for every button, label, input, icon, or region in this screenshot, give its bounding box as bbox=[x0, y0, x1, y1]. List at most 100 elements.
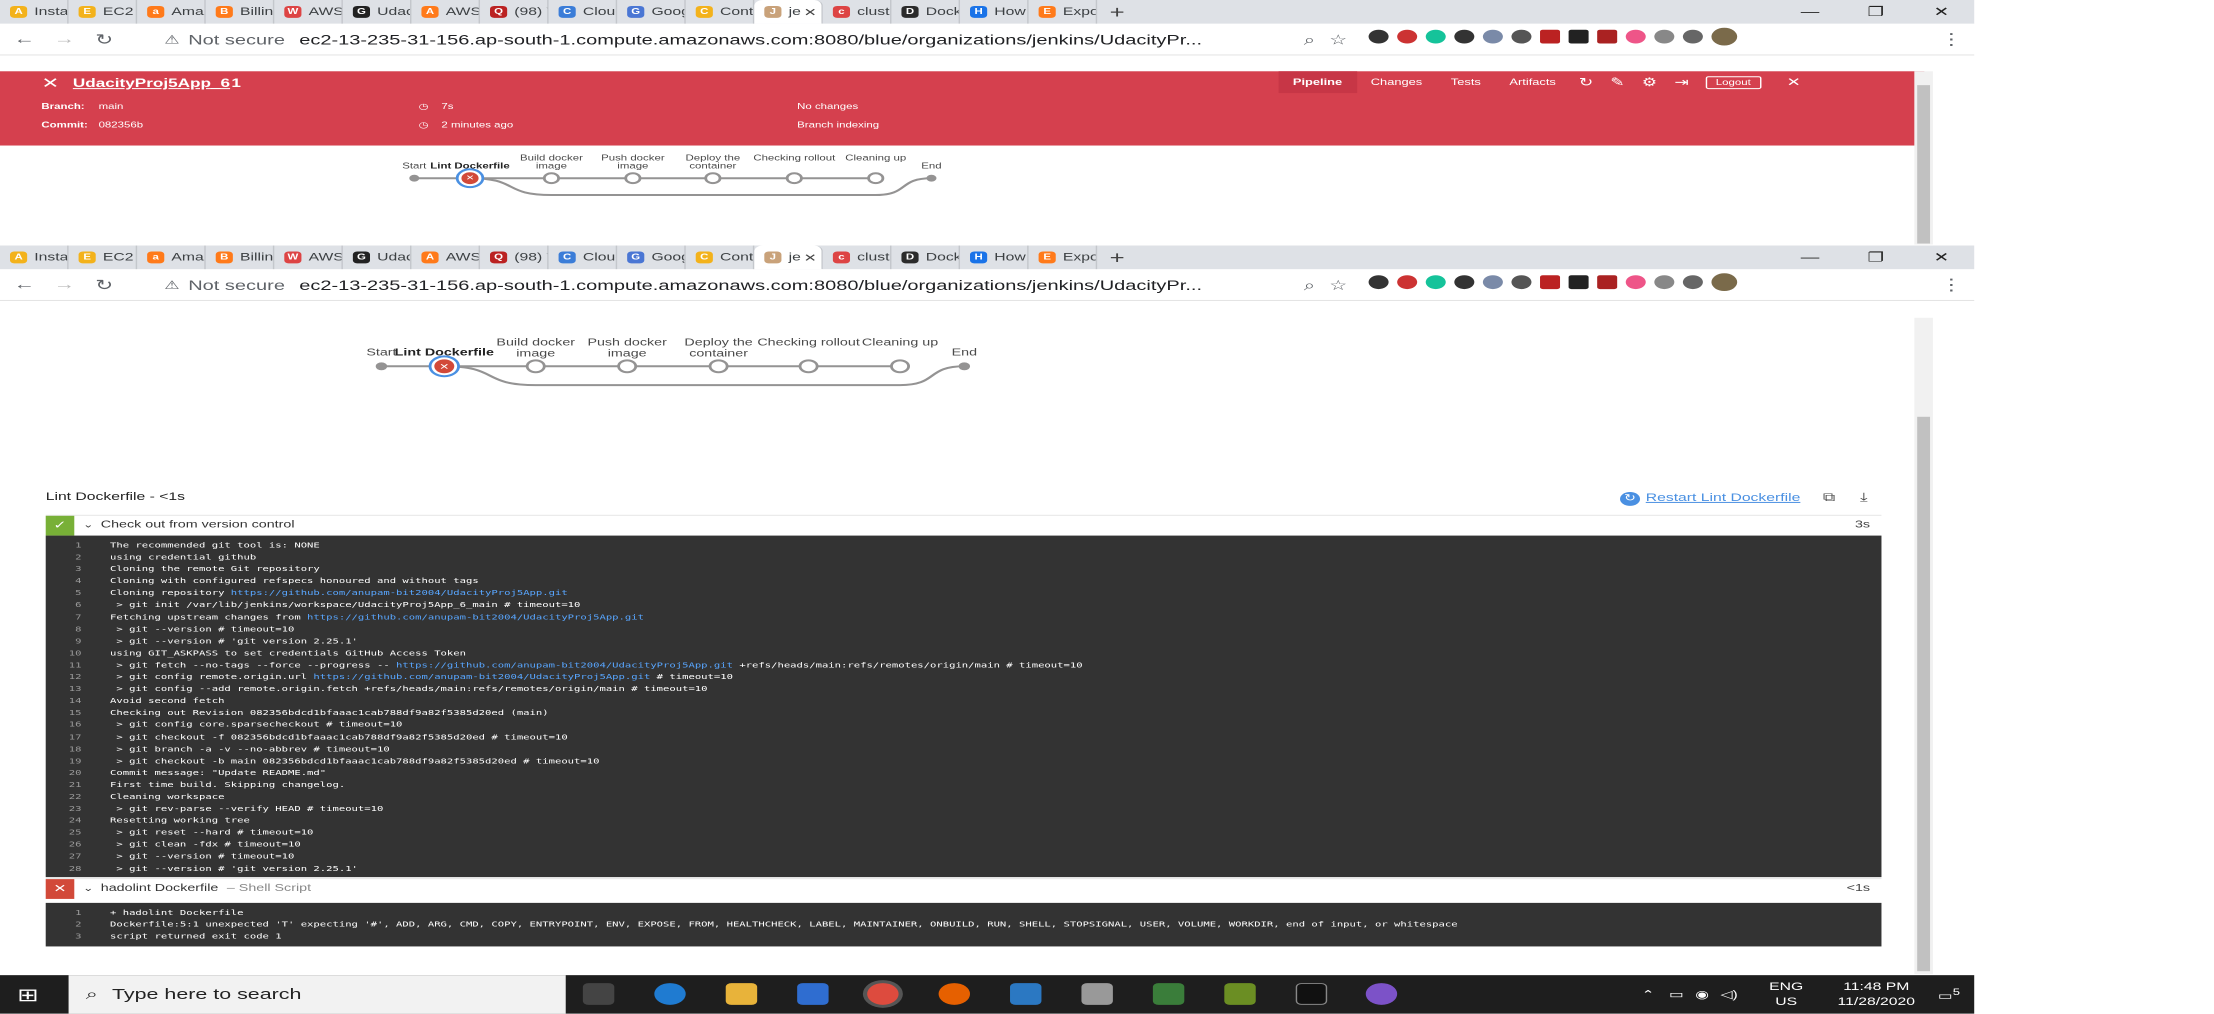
volume-icon[interactable]: ◁) bbox=[1720, 988, 1737, 1001]
gear-icon[interactable]: ⚙ bbox=[1633, 71, 1666, 93]
extension-icon[interactable] bbox=[1511, 29, 1532, 44]
extension-icon[interactable] bbox=[1397, 29, 1418, 44]
log-line-number[interactable]: 17 bbox=[46, 731, 110, 743]
edge-icon[interactable] bbox=[654, 983, 686, 1005]
notification-icon[interactable]: ▭5 bbox=[1938, 987, 1960, 1002]
extension-icon[interactable] bbox=[1654, 275, 1675, 290]
log-line-number[interactable]: 21 bbox=[46, 779, 110, 791]
omnibox[interactable]: ⚠ Not secure ec2-13-235-31-156.ap-south-… bbox=[164, 273, 1361, 297]
url-text[interactable]: ec2-13-235-31-156.ap-south-1.compute.ama… bbox=[299, 32, 1235, 48]
excel-icon[interactable] bbox=[1224, 983, 1256, 1005]
avatar[interactable] bbox=[1711, 27, 1738, 46]
stage-node-failed[interactable]: ✕ bbox=[434, 359, 455, 374]
close-tab-icon[interactable]: ✕ bbox=[804, 251, 817, 264]
chevron-down-icon[interactable]: ⌄ bbox=[83, 883, 94, 894]
log-line-number[interactable]: 22 bbox=[46, 791, 110, 803]
browser-tab[interactable]: H How bbox=[960, 245, 1029, 270]
extension-icon[interactable] bbox=[1511, 275, 1532, 290]
forward-icon[interactable]: → bbox=[49, 31, 80, 48]
file-explorer-icon[interactable] bbox=[725, 983, 758, 1005]
log-link[interactable]: https://github.com/anupam-bit2004/Udacit… bbox=[396, 660, 733, 669]
firefox-icon[interactable] bbox=[938, 983, 971, 1005]
browser-tab[interactable]: A AWS bbox=[411, 245, 481, 270]
new-tab-button[interactable]: + bbox=[1097, 247, 1137, 268]
tab-pipeline[interactable]: Pipeline bbox=[1278, 71, 1357, 94]
browser-tab[interactable]: Jje ✕ bbox=[754, 245, 823, 270]
grammarly-icon[interactable] bbox=[1425, 29, 1446, 44]
browser-tab[interactable]: Jje ✕ bbox=[754, 0, 823, 24]
browser-tab[interactable]: A AWS bbox=[411, 0, 481, 24]
tab-tests[interactable]: Tests bbox=[1437, 71, 1496, 93]
log-line-number[interactable]: 28 bbox=[46, 863, 110, 875]
stage-node[interactable] bbox=[617, 359, 638, 374]
browser-tab[interactable]: B Billing bbox=[206, 245, 275, 270]
extension-icon[interactable] bbox=[1454, 275, 1475, 290]
scrollbar-2[interactable] bbox=[1914, 317, 1933, 975]
extension-icon[interactable] bbox=[1482, 275, 1503, 290]
zoom-and-bookmark-icons[interactable]: ⌕☆ bbox=[1304, 277, 1362, 294]
log-link[interactable]: https://github.com/anupam-bit2004/Udacit… bbox=[313, 672, 650, 681]
stage-label[interactable]: Checking rollout bbox=[751, 154, 837, 163]
task-view-icon[interactable] bbox=[582, 983, 615, 1005]
open-external-icon[interactable]: ⧉ bbox=[1823, 490, 1835, 505]
stage-label[interactable]: Start bbox=[366, 348, 396, 358]
edit-icon[interactable]: ✎ bbox=[1602, 71, 1634, 93]
store-icon[interactable] bbox=[797, 983, 829, 1005]
extension-icon[interactable] bbox=[1368, 29, 1389, 44]
minimize-button[interactable]: — bbox=[1777, 0, 1843, 24]
stage-node[interactable] bbox=[785, 172, 803, 185]
search-placeholder[interactable]: Type here to search bbox=[112, 986, 301, 1003]
step-checkout[interactable]: ✓ ⌄ Check out from version control 3s bbox=[45, 514, 1882, 536]
log-line-number[interactable]: 23 bbox=[46, 803, 110, 815]
stage-node[interactable] bbox=[704, 172, 722, 185]
close-window-button[interactable]: ✕ bbox=[1909, 0, 1975, 24]
log-line-number[interactable]: 24 bbox=[46, 815, 110, 827]
browser-tab[interactable]: G Goog bbox=[617, 0, 686, 24]
stage-label[interactable]: Deploy the container bbox=[667, 338, 770, 360]
puzzle-icon[interactable] bbox=[1682, 275, 1703, 290]
taskbar-search[interactable]: ⌕ Type here to search bbox=[68, 975, 566, 1014]
stage-label[interactable]: End bbox=[952, 348, 977, 358]
not-secure-label[interactable]: Not secure bbox=[188, 32, 285, 48]
menu-icon[interactable]: ⋮ bbox=[1940, 275, 1963, 295]
branch-value[interactable]: main bbox=[99, 102, 124, 111]
zoom-and-bookmark-icons[interactable]: ⌕☆ bbox=[1304, 31, 1362, 48]
stage-node[interactable] bbox=[890, 359, 911, 374]
browser-tab[interactable]: ccluste bbox=[823, 0, 892, 24]
browser-tab[interactable]: D Dock bbox=[891, 0, 961, 24]
close-icon[interactable]: ✕ bbox=[41, 74, 59, 92]
language-indicator[interactable]: ENG US bbox=[1769, 980, 1803, 1008]
log-line-number[interactable]: 10 bbox=[46, 647, 110, 659]
terminal-icon[interactable] bbox=[1295, 983, 1328, 1005]
stage-node[interactable] bbox=[542, 172, 561, 185]
scrollbar-1[interactable] bbox=[1914, 71, 1933, 245]
browser-tab[interactable]: E Expo bbox=[1029, 0, 1098, 24]
puzzle-icon[interactable] bbox=[1682, 29, 1703, 44]
browser-tab[interactable]: E Expo bbox=[1029, 245, 1098, 270]
stage-node[interactable] bbox=[867, 172, 885, 185]
warning-icon[interactable]: ⚠ bbox=[164, 33, 179, 47]
log-line-number[interactable]: 3 bbox=[46, 931, 110, 943]
tab-changes[interactable]: Changes bbox=[1356, 71, 1436, 93]
close-run-icon[interactable]: ✕ bbox=[1778, 71, 1810, 93]
stage-label[interactable]: Lint Dockerfile bbox=[430, 161, 509, 170]
stage-label[interactable]: Cleaning up bbox=[833, 154, 919, 163]
stage-label[interactable]: Cleaning up bbox=[849, 338, 952, 349]
log-line-number[interactable]: 6 bbox=[46, 599, 110, 611]
log-link[interactable]: https://github.com/anupam-bit2004/Udacit… bbox=[231, 588, 568, 597]
back-icon[interactable]: ← bbox=[9, 31, 40, 48]
extension-icon[interactable] bbox=[1540, 275, 1561, 290]
windows-start-icon[interactable]: ⊞ bbox=[17, 985, 39, 1006]
log-line-number[interactable]: 8 bbox=[46, 623, 110, 635]
extension-icon[interactable] bbox=[1568, 275, 1589, 290]
log-line-number[interactable]: 1 bbox=[46, 907, 110, 919]
log-line-number[interactable]: 15 bbox=[46, 707, 110, 719]
browser-tab[interactable]: E EC2 M bbox=[69, 0, 138, 24]
browser-tab[interactable]: C Contr bbox=[686, 245, 755, 270]
chevron-up-icon[interactable]: ⌃ bbox=[1642, 988, 1655, 1001]
grammarly-icon[interactable] bbox=[1425, 275, 1446, 290]
log-line-number[interactable]: 1 bbox=[46, 540, 110, 552]
clock[interactable]: 11:48 PM 11/28/2020 bbox=[1838, 980, 1916, 1008]
restart-stage-link[interactable]: ↻ Restart Lint Dockerfile bbox=[1620, 492, 1800, 506]
stage-label[interactable]: Start bbox=[402, 161, 426, 170]
